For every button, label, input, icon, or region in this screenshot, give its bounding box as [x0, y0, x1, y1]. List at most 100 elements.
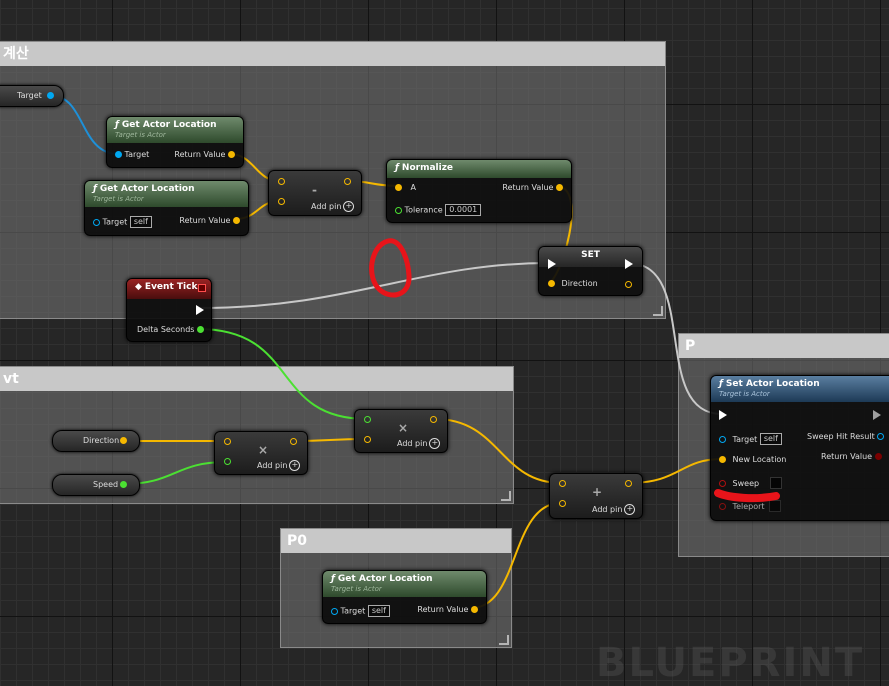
target-variable-label: Target [17, 91, 42, 100]
multiply-symbol: × [258, 443, 269, 457]
add-pin-button[interactable]: Add pin + [397, 438, 441, 449]
return-value-pin[interactable] [233, 217, 240, 224]
add-pin-button[interactable]: Add pin + [592, 504, 636, 515]
new-location-pin[interactable] [719, 456, 726, 463]
function-icon: ƒ [115, 120, 119, 130]
set-actor-location-node[interactable]: ƒ Set Actor Location Target is Actor Targ… [710, 375, 889, 521]
node-subtitle: Target is Actor [115, 131, 166, 139]
event-tick-node[interactable]: ◆ Event Tick Delta Seconds [126, 278, 212, 342]
tolerance-input-pin[interactable] [395, 206, 402, 214]
function-icon: ƒ [719, 379, 723, 389]
multiply-input-a-pin[interactable] [364, 416, 371, 423]
add-node[interactable]: + Add pin + [549, 473, 643, 519]
event-icon: ◆ [135, 282, 142, 292]
add-output-pin[interactable] [625, 480, 632, 487]
node-title: Get Actor Location [99, 184, 195, 194]
plus-icon: + [429, 438, 441, 449]
multiply-input-b-pin[interactable] [224, 458, 231, 465]
set-direction-node[interactable]: SET Direction [538, 246, 643, 296]
target-output-pin[interactable] [47, 92, 54, 99]
return-value-label: Return Value [179, 216, 231, 225]
return-value-pin[interactable] [556, 184, 563, 191]
function-icon: ƒ [93, 184, 97, 194]
exec-output-pin[interactable] [196, 305, 204, 315]
a-input-pin[interactable] [395, 184, 402, 191]
add-pin-button[interactable]: Add pin + [311, 201, 355, 212]
get-actor-location-node-1[interactable]: ƒ Get Actor Location Target is Actor Targ… [106, 116, 244, 168]
multiply-input-b-pin[interactable] [364, 436, 371, 443]
target-input-pin[interactable] [93, 218, 100, 226]
target-pin-label: Target [124, 150, 150, 159]
target-input-pin[interactable] [115, 151, 122, 158]
add-symbol: + [592, 485, 603, 499]
self-field[interactable]: self [759, 433, 782, 445]
normalize-node[interactable]: ƒ Normalize A Return Value Tolerance 0.00… [386, 159, 572, 223]
add-input-b-pin[interactable] [559, 500, 566, 507]
multiply-input-a-pin[interactable] [224, 438, 231, 445]
self-field[interactable]: self [129, 216, 152, 228]
direction-pin-label: Direction [561, 279, 598, 288]
a-pin-label: A [410, 183, 417, 192]
return-value-label: Return Value [174, 150, 226, 159]
speed-variable-node[interactable]: Speed [52, 474, 140, 496]
get-actor-location-node-2[interactable]: ƒ Get Actor Location Target is Actor Targ… [84, 180, 249, 236]
subtract-node[interactable]: - Add pin + [268, 170, 362, 216]
plus-icon: + [343, 201, 355, 212]
speed-output-pin[interactable] [120, 481, 127, 488]
multiply-output-pin[interactable] [430, 416, 437, 423]
add-input-a-pin[interactable] [559, 480, 566, 487]
self-field[interactable]: self [367, 605, 390, 617]
exec-input-pin[interactable] [548, 259, 556, 269]
target-pin-label: Target [102, 217, 128, 227]
subtract-symbol: - [312, 183, 317, 197]
node-title: Event Tick [144, 282, 198, 292]
multiply-symbol: × [398, 421, 409, 435]
direction-input-pin[interactable] [548, 280, 555, 287]
direction-output-pin[interactable] [120, 437, 127, 444]
subtract-input-a-pin[interactable] [278, 178, 285, 185]
direction-output-pin[interactable] [625, 281, 632, 288]
exec-output-pin[interactable] [873, 410, 881, 420]
node-subtitle: Target is Actor [719, 390, 770, 398]
multiply-output-pin[interactable] [290, 438, 297, 445]
target-input-pin[interactable] [331, 607, 338, 615]
function-icon: ƒ [395, 163, 399, 173]
sweep-input-pin[interactable] [719, 479, 726, 487]
sweep-hit-result-pin[interactable] [877, 433, 885, 440]
target-variable-node[interactable]: Target [0, 85, 64, 107]
return-value-pin[interactable] [874, 453, 882, 460]
node-title: Get Actor Location [121, 120, 217, 130]
event-delegate-pin[interactable] [198, 284, 206, 292]
sweep-hit-result-label: Sweep Hit Result [807, 432, 875, 441]
target-pin-label: Target [340, 606, 366, 616]
node-title: Set Actor Location [725, 379, 820, 389]
exec-input-pin[interactable] [719, 410, 727, 420]
return-value-pin[interactable] [471, 606, 478, 613]
target-input-pin[interactable] [719, 435, 726, 443]
node-title: SET [581, 250, 600, 260]
delta-seconds-label: Delta Seconds [136, 325, 195, 334]
teleport-checkbox[interactable] [769, 500, 782, 512]
node-subtitle: Target is Actor [331, 585, 382, 593]
multiply-node-2[interactable]: × Add pin + [354, 409, 448, 453]
multiply-node-1[interactable]: × Add pin + [214, 431, 308, 475]
subtract-output-pin[interactable] [344, 178, 351, 185]
add-pin-button[interactable]: Add pin + [257, 460, 301, 471]
delta-seconds-pin[interactable] [197, 326, 204, 333]
target-pin-label: Target [732, 434, 758, 444]
new-location-label: New Location [732, 455, 787, 464]
exec-output-pin[interactable] [625, 259, 633, 269]
teleport-label: Teleport [732, 501, 765, 511]
tolerance-field[interactable]: 0.0001 [445, 204, 482, 216]
subtract-input-b-pin[interactable] [278, 198, 285, 205]
tolerance-pin-label: Tolerance [404, 205, 443, 215]
sweep-checkbox[interactable] [769, 477, 782, 489]
get-actor-location-node-3[interactable]: ƒ Get Actor Location Target is Actor Targ… [322, 570, 487, 624]
return-value-pin[interactable] [228, 151, 235, 158]
return-value-label: Return Value [821, 452, 873, 461]
node-title: Normalize [401, 163, 454, 173]
wire-multiply-to-add [434, 418, 562, 484]
direction-variable-node[interactable]: Direction [52, 430, 140, 452]
teleport-input-pin[interactable] [719, 502, 726, 510]
speed-variable-label: Speed [93, 480, 119, 489]
